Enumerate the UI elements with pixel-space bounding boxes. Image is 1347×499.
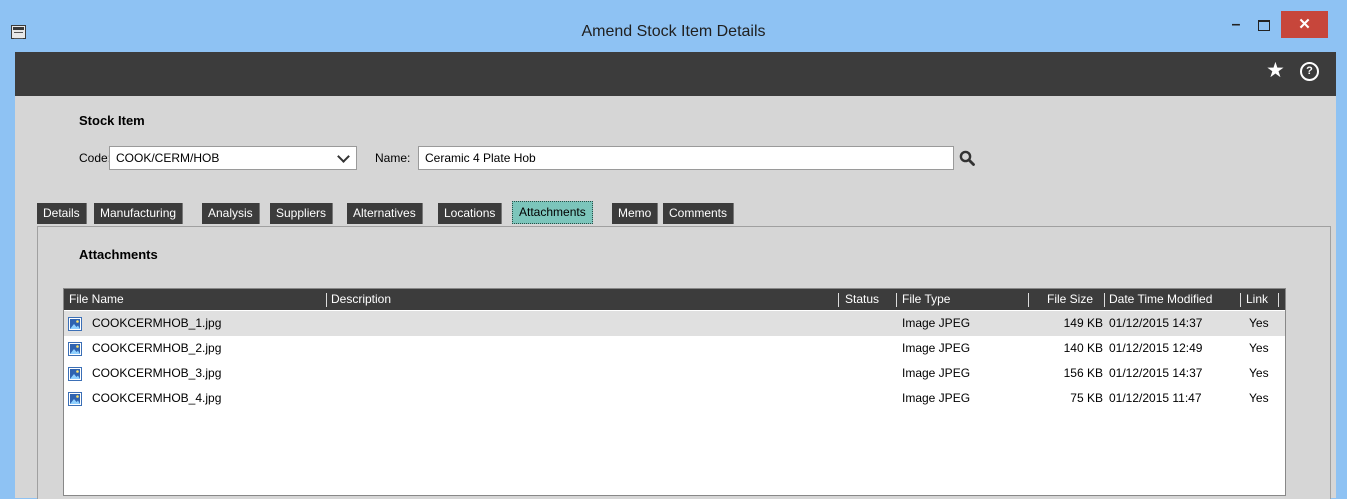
column-separator[interactable] bbox=[326, 293, 327, 307]
attachments-heading: Attachments bbox=[79, 247, 158, 262]
cell-date-time-modified: 01/12/2015 14:37 bbox=[1109, 366, 1203, 380]
column-header-description[interactable]: Description bbox=[331, 289, 391, 310]
close-button[interactable]: ✕ bbox=[1281, 11, 1328, 38]
cell-link: Yes bbox=[1249, 341, 1269, 355]
cell-file-size: 149 KB bbox=[1063, 316, 1103, 330]
cell-file-type: Image JPEG bbox=[902, 366, 971, 380]
code-value: COOK/CERM/HOB bbox=[116, 151, 220, 165]
stock-item-heading: Stock Item bbox=[79, 113, 145, 128]
name-field[interactable]: Ceramic 4 Plate Hob bbox=[418, 146, 954, 170]
attachments-grid[interactable]: File Name Description Status File Type F… bbox=[63, 288, 1286, 496]
toolbar: ★ ? bbox=[15, 52, 1336, 96]
chevron-down-icon[interactable] bbox=[337, 150, 350, 163]
help-icon[interactable]: ? bbox=[1300, 62, 1319, 81]
tab-locations[interactable]: Locations bbox=[438, 203, 503, 224]
star-icon[interactable]: ★ bbox=[1266, 58, 1285, 83]
image-file-icon bbox=[68, 392, 82, 406]
cell-file-name: COOKCERMHOB_2.jpg bbox=[92, 341, 222, 355]
cell-file-size: 156 KB bbox=[1063, 366, 1103, 380]
main-panel: Stock Item Code: COOK/CERM/HOB Name: Cer… bbox=[15, 96, 1336, 499]
cell-file-size: 140 KB bbox=[1063, 341, 1103, 355]
tab-manufacturing[interactable]: Manufacturing bbox=[94, 203, 184, 224]
maximize-icon bbox=[1258, 20, 1270, 32]
cell-date-time-modified: 01/12/2015 11:47 bbox=[1109, 391, 1202, 405]
cell-link: Yes bbox=[1249, 391, 1269, 405]
minimize-button[interactable]: – bbox=[1224, 12, 1248, 38]
column-header-status[interactable]: Status bbox=[845, 289, 879, 310]
tab-comments[interactable]: Comments bbox=[663, 203, 735, 224]
tab-suppliers[interactable]: Suppliers bbox=[270, 203, 334, 224]
column-header-link[interactable]: Link bbox=[1246, 289, 1268, 310]
table-row[interactable]: COOKCERMHOB_1.jpg Image JPEG 149 KB 01/12/2… bbox=[64, 311, 1285, 336]
tab-memo[interactable]: Memo bbox=[612, 203, 659, 224]
cell-file-type: Image JPEG bbox=[902, 341, 971, 355]
table-row[interactable]: COOKCERMHOB_3.jpg Image JPEG 156 KB 01/12/2… bbox=[64, 361, 1285, 386]
cell-date-time-modified: 01/12/2015 12:49 bbox=[1109, 341, 1203, 355]
image-file-icon bbox=[68, 342, 82, 356]
column-header-file-size[interactable]: File Size bbox=[1047, 289, 1093, 310]
cell-file-type: Image JPEG bbox=[902, 316, 971, 330]
column-header-date-time-modified[interactable]: Date Time Modified bbox=[1109, 289, 1212, 310]
cell-file-size: 75 KB bbox=[1070, 391, 1103, 405]
cell-file-type: Image JPEG bbox=[902, 391, 971, 405]
column-separator[interactable] bbox=[838, 293, 839, 307]
code-dropdown[interactable]: COOK/CERM/HOB bbox=[109, 146, 357, 170]
code-label: Code: bbox=[79, 151, 112, 165]
title-bar: Amend Stock Item Details – ✕ bbox=[0, 0, 1347, 52]
image-file-icon bbox=[68, 317, 82, 331]
tab-alternatives[interactable]: Alternatives bbox=[347, 203, 423, 224]
table-row[interactable]: COOKCERMHOB_4.jpg Image JPEG 75 KB 01/12/20… bbox=[64, 386, 1285, 411]
cell-file-name: COOKCERMHOB_3.jpg bbox=[92, 366, 222, 380]
cell-date-time-modified: 01/12/2015 14:37 bbox=[1109, 316, 1203, 330]
tab-attachments[interactable]: Attachments bbox=[512, 201, 593, 224]
cell-file-name: COOKCERMHOB_4.jpg bbox=[92, 391, 222, 405]
tab-details[interactable]: Details bbox=[37, 203, 87, 224]
column-separator[interactable] bbox=[1240, 293, 1241, 307]
cell-file-name: COOKCERMHOB_1.jpg bbox=[92, 316, 222, 330]
name-label: Name: bbox=[375, 151, 411, 165]
table-row[interactable]: COOKCERMHOB_2.jpg Image JPEG 140 KB 01/12/2… bbox=[64, 336, 1285, 361]
grid-header: File Name Description Status File Type F… bbox=[64, 289, 1285, 310]
search-icon[interactable] bbox=[959, 150, 975, 166]
cell-link: Yes bbox=[1249, 366, 1269, 380]
window-title: Amend Stock Item Details bbox=[581, 23, 766, 40]
column-header-file-type[interactable]: File Type bbox=[902, 289, 950, 310]
column-separator[interactable] bbox=[896, 293, 897, 307]
tab-analysis[interactable]: Analysis bbox=[202, 203, 260, 224]
image-file-icon bbox=[68, 367, 82, 381]
maximize-button[interactable] bbox=[1252, 12, 1276, 38]
column-separator[interactable] bbox=[1104, 293, 1105, 307]
cell-link: Yes bbox=[1249, 316, 1269, 330]
column-separator[interactable] bbox=[1278, 293, 1279, 307]
name-value: Ceramic 4 Plate Hob bbox=[425, 151, 536, 165]
column-header-file-name[interactable]: File Name bbox=[69, 289, 124, 310]
column-separator[interactable] bbox=[1028, 293, 1029, 307]
